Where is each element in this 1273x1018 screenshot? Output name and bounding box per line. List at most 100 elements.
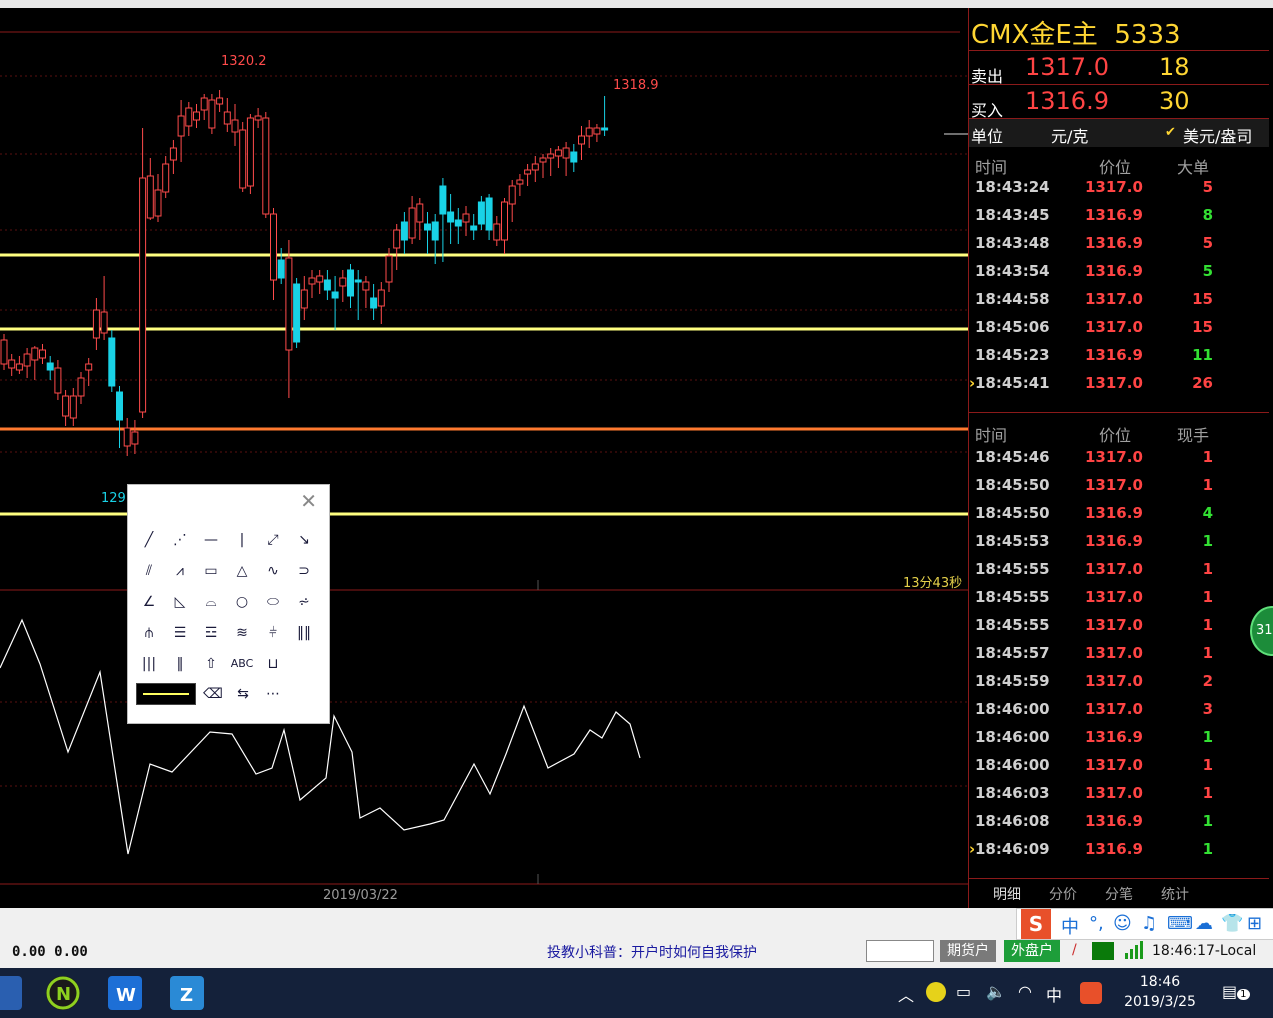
parallel-tool-icon[interactable]: ⫽: [136, 560, 162, 582]
unit-option-yuan[interactable]: 元/克: [1051, 123, 1088, 147]
ellipse-tool-icon[interactable]: ⬭: [260, 591, 286, 613]
vline-tool-icon[interactable]: |: [229, 529, 255, 551]
ask-row: 卖出 1317.0 18: [969, 50, 1269, 86]
drawing-toolbox[interactable]: ✕ ╱ ⋰ — | ⤢ ↘ ⫽ ⩘ ▭ △ ∿ ⊃ ∠ ◺ ⌓ ○ ⬭ ⩫ ⫛ ☰ ☲ ≋ ⫩ ‖‖ ||| ‖ ⇧ ABC ⊔ ⌫ ⇆ ⋯: [127, 484, 330, 724]
circle-tool-icon[interactable]: ○: [229, 591, 255, 613]
tick-row[interactable]: 18:46:00 1317.0 1: [969, 752, 1269, 780]
tick-row[interactable]: 18:45:53 1316.9 1: [969, 528, 1269, 556]
battery-icon[interactable]: ▭: [956, 982, 971, 1001]
lang-indicator[interactable]: 中: [1046, 982, 1062, 1006]
row-time: 18:43:54: [975, 262, 1050, 280]
gann-angle-icon[interactable]: ∠: [136, 591, 162, 613]
tick-row[interactable]: 18:46:08 1316.9 1: [969, 808, 1269, 836]
hline-tool-icon[interactable]: —: [198, 529, 224, 551]
tick-row[interactable]: 18:46:03 1317.0 1: [969, 780, 1269, 808]
big-trade-row[interactable]: 18:44:58 1317.0 15: [969, 286, 1269, 314]
triangle-tool-icon[interactable]: △: [229, 560, 255, 582]
measure-tool-icon[interactable]: ⊔: [260, 653, 286, 675]
arc-fan-icon[interactable]: ⌓: [198, 591, 224, 613]
cycle-tool-icon[interactable]: ‖‖: [291, 622, 317, 644]
notification-icon[interactable]: ▤ 1: [1222, 982, 1250, 1001]
tick-row[interactable]: 18:45:46 1317.0 1: [969, 444, 1269, 472]
volume-icon[interactable]: 🔈: [986, 982, 1006, 1001]
svg-text:Z: Z: [180, 985, 193, 1006]
tab-ticks[interactable]: 分笔: [1105, 884, 1133, 904]
foreign-account-button[interactable]: 外盘户: [1004, 940, 1060, 962]
tick-row[interactable]: 18:45:59 1317.0 2: [969, 668, 1269, 696]
unit-option-usd[interactable]: 美元/盎司: [1183, 123, 1252, 147]
channel-tool-icon[interactable]: ≋: [229, 622, 255, 644]
ime-punct-icon[interactable]: °,: [1089, 913, 1104, 934]
wave-tool-icon[interactable]: ⩘: [167, 560, 193, 582]
row-price: 1317.0: [1085, 374, 1143, 392]
speed-line-icon[interactable]: ⩫: [291, 591, 317, 613]
big-trade-row[interactable]: 18:43:45 1316.9 8: [969, 202, 1269, 230]
ime-tools-icon[interactable]: ⊞: [1247, 913, 1262, 934]
big-trade-row[interactable]: 18:43:54 1316.9 5: [969, 258, 1269, 286]
tray-expand-icon[interactable]: ︿: [898, 982, 914, 1006]
arc-tool-icon[interactable]: ⊃: [291, 560, 317, 582]
kline-chart[interactable]: 1320.2 1318.9 129 13分43秒 2019/03/22: [0, 8, 968, 908]
news-ticker[interactable]: 投教小科普：开户时如何自我保护: [547, 942, 757, 962]
candle-body: [123, 427, 131, 447]
tab-stats[interactable]: 统计: [1161, 884, 1189, 904]
close-icon[interactable]: ✕: [300, 489, 317, 513]
big-trade-row[interactable]: › 18:45:41 1317.0 26: [969, 370, 1269, 398]
code-input[interactable]: [866, 940, 934, 962]
tick-row[interactable]: › 18:46:09 1316.9 1: [969, 836, 1269, 864]
tab-detail[interactable]: 明细: [993, 884, 1021, 904]
line-style-picker[interactable]: [136, 683, 196, 705]
ime-keyboard-icon[interactable]: ⌨: [1167, 913, 1193, 934]
arrow-tool-icon[interactable]: ↘: [291, 529, 317, 551]
fib-ext-icon[interactable]: ☲: [198, 622, 224, 644]
ime-emoji-icon[interactable]: ☺: [1113, 913, 1132, 934]
tick-row[interactable]: 18:45:55 1317.0 1: [969, 584, 1269, 612]
tray-app-icon[interactable]: [926, 982, 946, 1002]
sogou-tray-icon[interactable]: [1080, 982, 1102, 1004]
tick-row[interactable]: 18:45:50 1317.0 1: [969, 472, 1269, 500]
big-trade-row[interactable]: 18:43:24 1317.0 5: [969, 174, 1269, 202]
sogou-logo-icon[interactable]: S: [1021, 909, 1051, 939]
magnet-icon[interactable]: ⇆: [230, 683, 256, 705]
line-tool-icon[interactable]: ╱: [136, 529, 162, 551]
wifi-icon[interactable]: ◠: [1018, 982, 1032, 1001]
tick-row[interactable]: 18:46:00 1317.0 3: [969, 696, 1269, 724]
ime-cloud-icon[interactable]: ☁: [1195, 913, 1213, 934]
ime-voice-icon[interactable]: ♫: [1141, 913, 1157, 934]
candle-body: [439, 185, 447, 215]
panel-tabs: 明细 分价 分笔 统计: [969, 880, 1269, 904]
tick-row[interactable]: 18:45:50 1316.9 4: [969, 500, 1269, 528]
ime-lang-icon[interactable]: 中: [1061, 913, 1079, 939]
percent-tool-icon[interactable]: ⫩: [260, 622, 286, 644]
taskbar-clock[interactable]: 18:46 2019/3/25: [1120, 972, 1200, 1012]
segment-tool-icon[interactable]: ⤢: [260, 529, 286, 551]
cycle2-tool-icon[interactable]: |||: [136, 653, 162, 675]
more-icon[interactable]: ⋯: [260, 683, 286, 705]
tick-row[interactable]: 18:46:00 1316.9 1: [969, 724, 1269, 752]
fib-time-icon[interactable]: ‖: [167, 653, 193, 675]
fib-ret-icon[interactable]: ☰: [167, 622, 193, 644]
kline-svg[interactable]: [0, 8, 968, 908]
ray-tool-icon[interactable]: ⋰: [167, 529, 193, 551]
big-trade-row[interactable]: 18:43:48 1316.9 5: [969, 230, 1269, 258]
futures-account-button[interactable]: 期货户: [940, 940, 996, 962]
app-icon-1[interactable]: [0, 976, 22, 1010]
ime-toolbar[interactable]: S 中 °, ☺ ♫ ⌨ ☁ 👕 ⊞: [1016, 908, 1273, 940]
rect-tool-icon[interactable]: ▭: [198, 560, 224, 582]
ime-skin-icon[interactable]: 👕: [1221, 913, 1243, 934]
sine-tool-icon[interactable]: ∿: [260, 560, 286, 582]
tick-row[interactable]: 18:45:55 1317.0 1: [969, 612, 1269, 640]
big-trade-row[interactable]: 18:45:06 1317.0 15: [969, 314, 1269, 342]
tab-price-dist[interactable]: 分价: [1049, 884, 1077, 904]
app-icon-z[interactable]: Z: [170, 976, 204, 1010]
fan-tool-icon[interactable]: ⫛: [136, 622, 162, 644]
tick-row[interactable]: 18:45:55 1317.0 1: [969, 556, 1269, 584]
big-trade-row[interactable]: 18:45:23 1316.9 11: [969, 342, 1269, 370]
up-arrow-icon[interactable]: ⇧: [198, 653, 224, 675]
app-icon-n[interactable]: N: [46, 976, 80, 1010]
tick-row[interactable]: 18:45:57 1317.0 1: [969, 640, 1269, 668]
app-icon-w[interactable]: W: [108, 976, 142, 1010]
gann-fan-icon[interactable]: ◺: [167, 591, 193, 613]
eraser-icon[interactable]: ⌫: [200, 683, 226, 705]
text-tool-icon[interactable]: ABC: [229, 653, 255, 675]
